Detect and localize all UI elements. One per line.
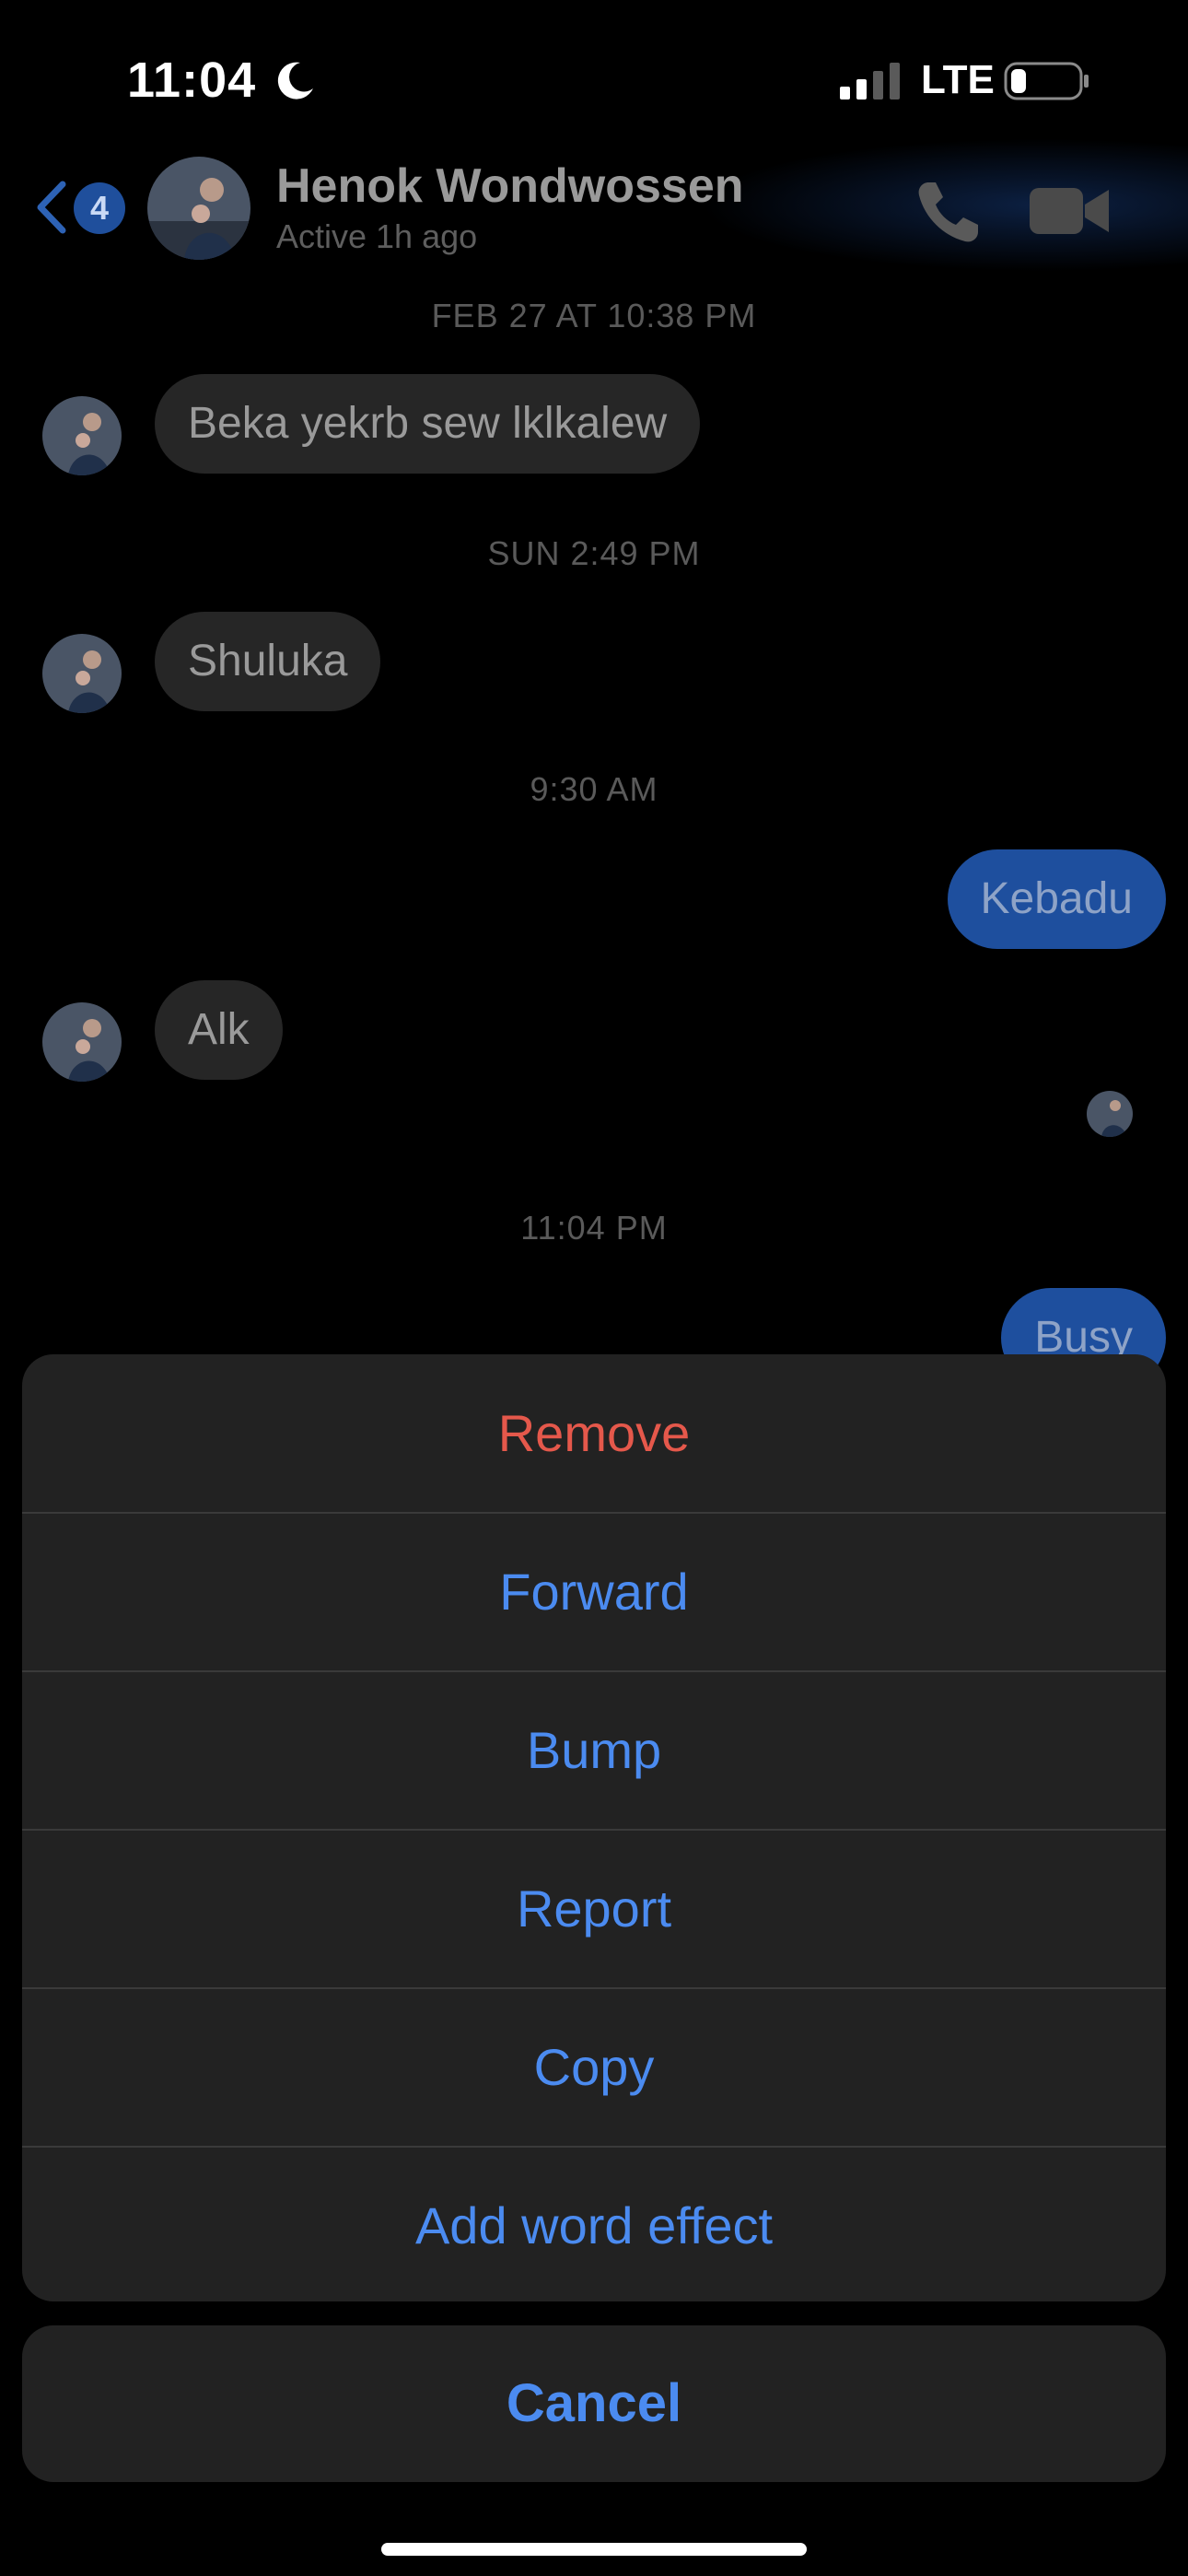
cancel-button[interactable]: Cancel — [22, 2325, 1166, 2482]
message-action-sheet: Remove Forward Bump Report Copy Add word… — [22, 1354, 1166, 2301]
moon-icon — [277, 62, 313, 100]
timestamp: 11:04 PM — [520, 1209, 668, 1247]
message-avatar[interactable] — [42, 1002, 122, 1082]
signal-icon — [840, 63, 900, 100]
remove-action[interactable]: Remove — [22, 1354, 1166, 1513]
contact-name[interactable]: Henok Wondwossen — [276, 158, 744, 214]
unread-badge: 4 — [74, 182, 125, 234]
message-bubble-incoming[interactable]: Shuluka — [155, 612, 381, 711]
contact-status: Active 1h ago — [276, 217, 478, 255]
back-button[interactable]: 4 — [33, 175, 125, 241]
timestamp: FEB 27 AT 10:38 PM — [431, 297, 757, 334]
video-camera-icon[interactable] — [1028, 181, 1111, 241]
timestamp: SUN 2:49 PM — [487, 534, 701, 572]
contact-avatar[interactable] — [147, 157, 250, 260]
network-label: LTE — [921, 57, 995, 102]
battery-icon — [1004, 62, 1089, 100]
copy-action[interactable]: Copy — [22, 1988, 1166, 2147]
add-word-effect-action[interactable]: Add word effect — [22, 2147, 1166, 2301]
phone-icon[interactable] — [912, 175, 985, 249]
message-bubble-incoming[interactable]: Beka yekrb sew lklkalew — [155, 374, 701, 474]
message-avatar[interactable] — [42, 634, 122, 713]
forward-action[interactable]: Forward — [22, 1513, 1166, 1671]
message-bubble-outgoing[interactable]: Kebadu — [947, 849, 1166, 949]
message-avatar[interactable] — [42, 396, 122, 475]
message-bubble-incoming[interactable]: Alk — [155, 980, 283, 1080]
report-action[interactable]: Report — [22, 1830, 1166, 1988]
read-receipt-avatar — [1087, 1091, 1133, 1137]
home-indicator[interactable] — [381, 2543, 807, 2556]
timestamp: 9:30 AM — [530, 770, 658, 808]
bump-action[interactable]: Bump — [22, 1671, 1166, 1830]
status-time: 11:04 — [127, 53, 257, 108]
back-chevron-icon — [37, 181, 66, 234]
